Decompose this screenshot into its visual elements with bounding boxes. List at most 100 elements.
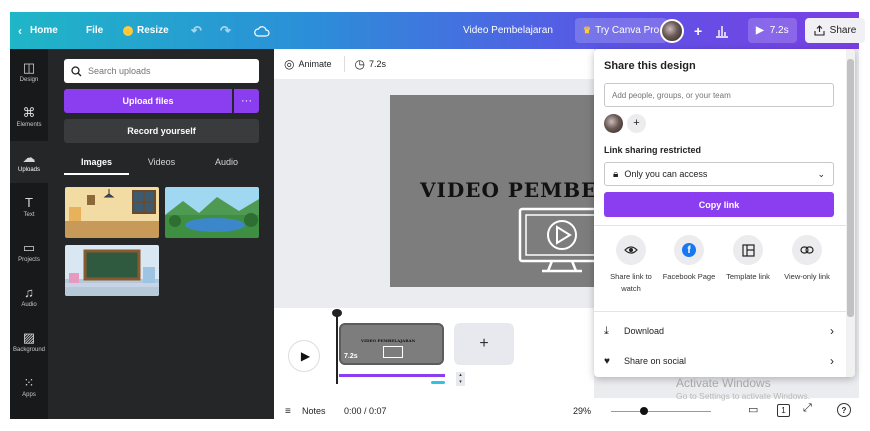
lock-icon: 🔒︎ bbox=[613, 168, 619, 180]
rail-item-uploads[interactable]: ☁ Uploads bbox=[10, 141, 48, 183]
page-count[interactable]: 1 bbox=[777, 404, 790, 417]
popup-scrollbar[interactable] bbox=[846, 49, 855, 377]
upload-thumbnail[interactable] bbox=[165, 187, 259, 238]
playback-time: 0:00 / 0:07 bbox=[344, 406, 387, 416]
rail-label: Background bbox=[12, 347, 46, 353]
track-stepper[interactable]: ▴ ▾ bbox=[456, 372, 465, 386]
rail-item-audio[interactable]: ♫ Audio bbox=[10, 276, 48, 318]
chevron-right-icon: › bbox=[830, 354, 834, 368]
timeline-scrubber[interactable] bbox=[336, 311, 338, 384]
facebook-page-option[interactable]: f Facebook Page bbox=[659, 235, 719, 283]
share-social-label: Share on social bbox=[624, 356, 687, 366]
rail-label: Apps bbox=[22, 392, 36, 398]
record-yourself-button[interactable]: Record yourself bbox=[64, 119, 259, 143]
upload-files-button[interactable]: Upload files bbox=[64, 89, 232, 113]
play-icon: ▶ bbox=[300, 349, 311, 363]
scrubber-head[interactable] bbox=[332, 309, 342, 317]
insights-icon[interactable] bbox=[715, 12, 729, 49]
access-select[interactable]: 🔒︎ Only you can access ⌄ bbox=[604, 162, 834, 186]
animate-icon[interactable]: ◎ bbox=[284, 57, 294, 71]
folder-icon: ▭ bbox=[22, 240, 36, 255]
resize-button[interactable]: Resize bbox=[123, 12, 169, 49]
template-icon bbox=[733, 235, 763, 265]
home-button[interactable]: ‹ Home bbox=[18, 12, 58, 49]
share-popup: Share this design + Link sharing restric… bbox=[594, 49, 855, 377]
upload-thumbnail[interactable] bbox=[65, 245, 159, 296]
more-options-button[interactable]: ··· bbox=[234, 89, 259, 113]
download-row[interactable]: ⤓ Download › bbox=[604, 319, 834, 343]
timeline-clip[interactable]: VIDEO PEMBELAJARAN 7.2s bbox=[339, 323, 444, 365]
rail-item-elements[interactable]: ⌘ Elements bbox=[10, 96, 48, 138]
grid-view-icon[interactable]: ▭ bbox=[748, 403, 758, 416]
design-title[interactable]: Video Pembelajaran bbox=[463, 12, 553, 49]
design-slide[interactable]: VIDEO PEMBE bbox=[390, 95, 600, 287]
chevron-right-icon: › bbox=[830, 324, 834, 338]
activate-windows-subtitle: Go to Settings to activate Windows. bbox=[676, 391, 811, 401]
zoom-slider-handle[interactable] bbox=[640, 407, 648, 415]
video-screen-icon bbox=[518, 207, 600, 273]
rail-item-design[interactable]: ◫ Design bbox=[10, 51, 48, 93]
file-menu[interactable]: File bbox=[86, 12, 103, 49]
share-on-social-row[interactable]: ♥ Share on social › bbox=[604, 349, 834, 373]
help-button[interactable]: ? bbox=[837, 403, 851, 417]
play-icon: ▶ bbox=[756, 25, 764, 36]
slide-duration[interactable]: 7.2s bbox=[369, 59, 386, 69]
audio-track-marker[interactable] bbox=[431, 381, 445, 384]
notes-button[interactable]: Notes bbox=[302, 406, 326, 416]
clip-duration: 7.2s bbox=[344, 353, 358, 360]
notes-icon[interactable]: ≡ bbox=[285, 406, 291, 417]
zoom-slider[interactable] bbox=[611, 411, 711, 412]
search-box[interactable] bbox=[64, 59, 259, 83]
download-icon: ⤓ bbox=[604, 324, 609, 337]
redo-icon[interactable]: ↷ bbox=[220, 12, 231, 49]
popup-title: Share this design bbox=[604, 60, 696, 72]
option-label: Facebook Page bbox=[662, 272, 716, 281]
present-play-button[interactable]: ▶ 7.2s bbox=[748, 18, 797, 43]
eye-icon bbox=[616, 235, 646, 265]
rail-label: Elements bbox=[16, 122, 42, 128]
copy-link-button[interactable]: Copy link bbox=[604, 192, 834, 217]
upload-thumbnail[interactable] bbox=[65, 187, 159, 238]
animate-button[interactable]: Animate bbox=[298, 59, 331, 69]
rail-item-text[interactable]: T Text bbox=[10, 186, 48, 228]
rail-label: Projects bbox=[18, 257, 40, 263]
link-sharing-label: Link sharing restricted bbox=[604, 145, 702, 155]
cloud-saved-icon[interactable] bbox=[254, 12, 270, 49]
template-link-option[interactable]: Template link bbox=[718, 235, 778, 283]
rail-label: Uploads bbox=[17, 167, 40, 173]
download-label: Download bbox=[624, 326, 665, 336]
tab-audio[interactable]: Audio bbox=[194, 153, 259, 175]
clock-icon[interactable]: ◷ bbox=[355, 57, 365, 71]
search-input[interactable] bbox=[88, 66, 248, 76]
rail-label: Text bbox=[23, 212, 35, 218]
share-button[interactable]: Share bbox=[805, 18, 865, 43]
uploads-tabs: Images Videos Audio bbox=[64, 153, 259, 175]
avatar[interactable] bbox=[660, 12, 684, 49]
option-label: View-only link bbox=[784, 272, 830, 281]
view-only-link-option[interactable]: View-only link bbox=[777, 235, 837, 283]
scrollbar-thumb[interactable] bbox=[847, 59, 854, 317]
timeline-play-button[interactable]: ▶ bbox=[288, 340, 320, 372]
option-label: Share link to watch bbox=[610, 272, 652, 293]
fullscreen-icon[interactable]: ⤢ bbox=[803, 402, 812, 415]
try-canva-pro-button[interactable]: ♛ Try Canva Pro bbox=[575, 18, 668, 43]
zoom-level[interactable]: 29% bbox=[573, 406, 591, 416]
canva-editor: ‹ Home File Resize ↶ ↷ Video Pembelajara… bbox=[0, 0, 870, 431]
share-link-to-watch-option[interactable]: Share link to watch bbox=[601, 235, 661, 295]
rail-label: Design bbox=[19, 77, 39, 83]
add-people-input[interactable] bbox=[604, 83, 834, 107]
add-collaborator-button[interactable]: + bbox=[627, 114, 646, 133]
rail-item-projects[interactable]: ▭ Projects bbox=[10, 231, 48, 273]
add-page-button[interactable]: + bbox=[454, 323, 514, 365]
rail-item-apps[interactable]: ⁙ Apps bbox=[10, 366, 48, 408]
tab-images[interactable]: Images bbox=[64, 153, 129, 175]
home-label: Home bbox=[30, 25, 58, 36]
collaborator-avatar[interactable] bbox=[604, 114, 623, 133]
undo-icon[interactable]: ↶ bbox=[191, 12, 202, 49]
slide-title[interactable]: VIDEO PEMBE bbox=[420, 178, 597, 202]
tab-videos[interactable]: Videos bbox=[129, 153, 194, 175]
rail-item-background[interactable]: ▨ Background bbox=[10, 321, 48, 363]
add-collaborator-icon[interactable]: + bbox=[694, 12, 702, 49]
facebook-icon: f bbox=[674, 235, 704, 265]
uploads-panel: Upload files ··· Record yourself Images … bbox=[48, 49, 274, 419]
